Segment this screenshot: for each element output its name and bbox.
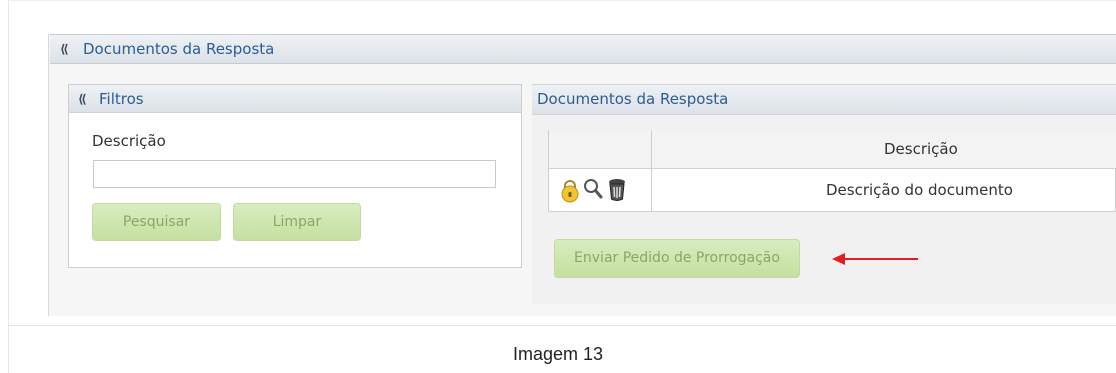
magnifier-icon[interactable]: [583, 178, 603, 200]
red-arrow-icon: [832, 253, 918, 265]
section-header[interactable]: ⟪ Documentos da Resposta: [50, 34, 1116, 64]
column-separator: [651, 130, 652, 212]
filters-title: Filtros: [99, 90, 144, 108]
search-button[interactable]: Pesquisar: [92, 203, 221, 241]
table-header-description[interactable]: Descrição: [652, 130, 1116, 169]
document-description: Descrição do documento: [826, 181, 1013, 199]
lock-icon[interactable]: [560, 179, 580, 203]
image-caption: Imagem 13: [512, 344, 604, 364]
clear-button[interactable]: Limpar: [233, 203, 361, 241]
filters-header[interactable]: ⟪ Filtros: [69, 85, 521, 113]
caption-divider: [8, 325, 1116, 326]
description-input[interactable]: [93, 160, 496, 188]
description-label: Descrição: [92, 132, 166, 150]
documents-title: Documentos da Resposta: [537, 90, 729, 108]
filters-collapse-chevron-icon[interactable]: ⟪: [78, 93, 87, 105]
table-header-actions: [549, 130, 651, 169]
description-column-header: Descrição: [884, 140, 958, 158]
trash-icon[interactable]: [607, 177, 627, 202]
documents-header: Documentos da Resposta: [532, 84, 1116, 115]
section-title: Documentos da Resposta: [83, 40, 275, 58]
send-extension-request-button[interactable]: Enviar Pedido de Prorrogação: [554, 239, 800, 278]
collapse-chevron-icon[interactable]: ⟪: [60, 43, 69, 55]
